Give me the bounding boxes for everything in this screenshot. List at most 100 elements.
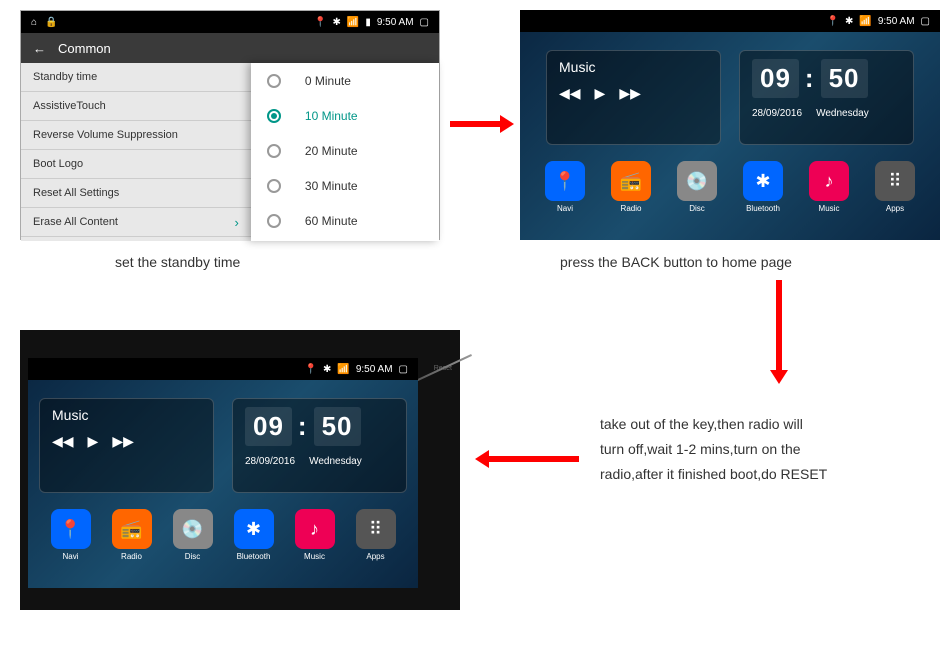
status-bar: ⌂🔒 📍✱📶▮9:50 AM▢ (21, 11, 439, 33)
bluetooth-icon: ✱ (234, 509, 274, 549)
app-label: Apps (366, 552, 384, 561)
status-bar: 📍✱📶9:50 AM▢ (520, 10, 940, 32)
next-button[interactable]: ▶▶ (619, 85, 641, 102)
standby-popup: 0 Minute 10 Minute 20 Minute 30 Minute 6… (251, 63, 439, 241)
next-button[interactable]: ▶▶ (112, 433, 134, 450)
chevron-right-icon: › (235, 215, 239, 230)
app-navi[interactable]: 📍 Navi (51, 509, 91, 561)
clock-text: 9:50 AM (878, 16, 915, 27)
app-dock: 📍 Navi 📻 Radio 💿Disc ✱Bluetooth ♪ Music ⠿ Apps (520, 155, 940, 221)
device-photo-panel: Reset 📍✱📶9:50 AM▢ Music ◀◀ ▶ ▶▶ 09 : 50 (20, 330, 460, 610)
apps-icon: ⠿ (356, 509, 396, 549)
radio-icon: 📻 (112, 509, 152, 549)
app-label: Navi (557, 204, 573, 213)
clock-hour: 09 (752, 59, 799, 98)
navi-icon: 📍 (51, 509, 91, 549)
app-disc[interactable]: 💿 Disc (173, 509, 213, 561)
clock-card[interactable]: 09 : 50 28/09/2016 Wednesday (232, 398, 407, 493)
clock-day: Wednesday (309, 456, 362, 467)
settings-title: Common (58, 41, 111, 56)
clock-card[interactable]: 09 : 50 28/09/2016 Wednesday (739, 50, 914, 145)
play-button[interactable]: ▶ (88, 433, 99, 450)
bluetooth-icon: ✱ (332, 17, 340, 28)
clock-sep: : (805, 63, 815, 94)
clock-min: 50 (314, 407, 361, 446)
clock-text: 9:50 AM (356, 364, 393, 375)
lock-icon: 🔒 (45, 17, 57, 28)
settings-panel: ⌂🔒 📍✱📶▮9:50 AM▢ ← Common Standby time As… (20, 10, 440, 240)
prev-button[interactable]: ◀◀ (559, 85, 581, 102)
disc-icon: 💿 (173, 509, 213, 549)
back-button[interactable]: ← (33, 41, 46, 56)
app-radio[interactable]: 📻 Radio (112, 509, 152, 561)
app-label: Music (819, 204, 840, 213)
arrow-down-icon (770, 280, 788, 384)
list-item-assistive[interactable]: AssistiveTouch (21, 92, 251, 121)
music-card[interactable]: Music ◀◀ ▶ ▶▶ (546, 50, 721, 145)
location-icon: 📍 (314, 17, 326, 28)
settings-header: ← Common (21, 33, 439, 63)
app-navi[interactable]: 📍 Navi (545, 161, 585, 213)
popup-option-30[interactable]: 30 Minute (251, 168, 439, 203)
location-icon: 📍 (305, 364, 317, 375)
app-label: Radio (121, 552, 142, 561)
popup-option-60[interactable]: 60 Minute (251, 203, 439, 238)
clock-day: Wednesday (816, 108, 869, 119)
bluetooth-icon: ✱ (743, 161, 783, 201)
music-icon: ♪ (809, 161, 849, 201)
app-music[interactable]: ♪Music (295, 509, 335, 561)
radio-icon (267, 179, 281, 193)
status-bar: 📍✱📶9:50 AM▢ (28, 358, 418, 380)
radio-icon (267, 74, 281, 88)
app-disc[interactable]: 💿Disc (677, 161, 717, 213)
clock-min: 50 (821, 59, 868, 98)
android-icon: ▢ (420, 17, 429, 28)
prev-button[interactable]: ◀◀ (52, 433, 74, 450)
play-button[interactable]: ▶ (595, 85, 606, 102)
radio-icon (267, 214, 281, 228)
popup-option-0[interactable]: 0 Minute (251, 63, 439, 98)
android-icon: ▢ (399, 364, 408, 375)
home-panel: 📍✱📶9:50 AM▢ Music ◀◀ ▶ ▶▶ 09 : 50 28/09/… (520, 10, 940, 240)
radio-icon (267, 109, 281, 123)
app-apps[interactable]: ⠿ Apps (875, 161, 915, 213)
app-radio[interactable]: 📻 Radio (611, 161, 651, 213)
app-label: Radio (621, 204, 642, 213)
app-label: Disc (185, 552, 201, 561)
popup-option-10[interactable]: 10 Minute (251, 98, 439, 133)
app-label: Bluetooth (237, 552, 271, 561)
app-apps[interactable]: ⠿ Apps (356, 509, 396, 561)
navi-icon: 📍 (545, 161, 585, 201)
clock-date: 28/09/2016 (752, 108, 802, 119)
android-icon: ▢ (921, 16, 930, 27)
list-item-erase[interactable]: Erase All Content› (21, 208, 251, 237)
apps-icon: ⠿ (875, 161, 915, 201)
app-label: Disc (689, 204, 705, 213)
settings-list: Standby time AssistiveTouch Reverse Volu… (21, 63, 251, 241)
music-icon: ♪ (295, 509, 335, 549)
home-icon: ⌂ (31, 17, 37, 28)
location-icon: 📍 (827, 16, 839, 27)
caption-standby: set the standby time (115, 254, 240, 270)
music-card[interactable]: Music ◀◀ ▶ ▶▶ (39, 398, 214, 493)
app-label: Apps (886, 204, 904, 213)
bluetooth-icon: ✱ (845, 16, 853, 27)
list-item-reset[interactable]: Reset All Settings (21, 179, 251, 208)
radio-icon: 📻 (611, 161, 651, 201)
music-title: Music (559, 59, 708, 75)
list-item-reverse[interactable]: Reverse Volume Suppression (21, 121, 251, 150)
app-label: Navi (62, 552, 78, 561)
popup-option-20[interactable]: 20 Minute (251, 133, 439, 168)
app-bluetooth[interactable]: ✱ Bluetooth (234, 509, 274, 561)
clock-date: 28/09/2016 (245, 456, 295, 467)
app-bluetooth[interactable]: ✱Bluetooth (743, 161, 783, 213)
caption-back: press the BACK button to home page (560, 254, 792, 270)
list-item-standby[interactable]: Standby time (21, 63, 251, 92)
list-item-bootlogo[interactable]: Boot Logo (21, 150, 251, 179)
arrow-left-icon (475, 450, 579, 468)
music-title: Music (52, 407, 201, 423)
clock-hour: 09 (245, 407, 292, 446)
arrow-right-icon (450, 115, 514, 133)
signal-icon: 📶 (337, 364, 349, 375)
app-music[interactable]: ♪ Music (809, 161, 849, 213)
